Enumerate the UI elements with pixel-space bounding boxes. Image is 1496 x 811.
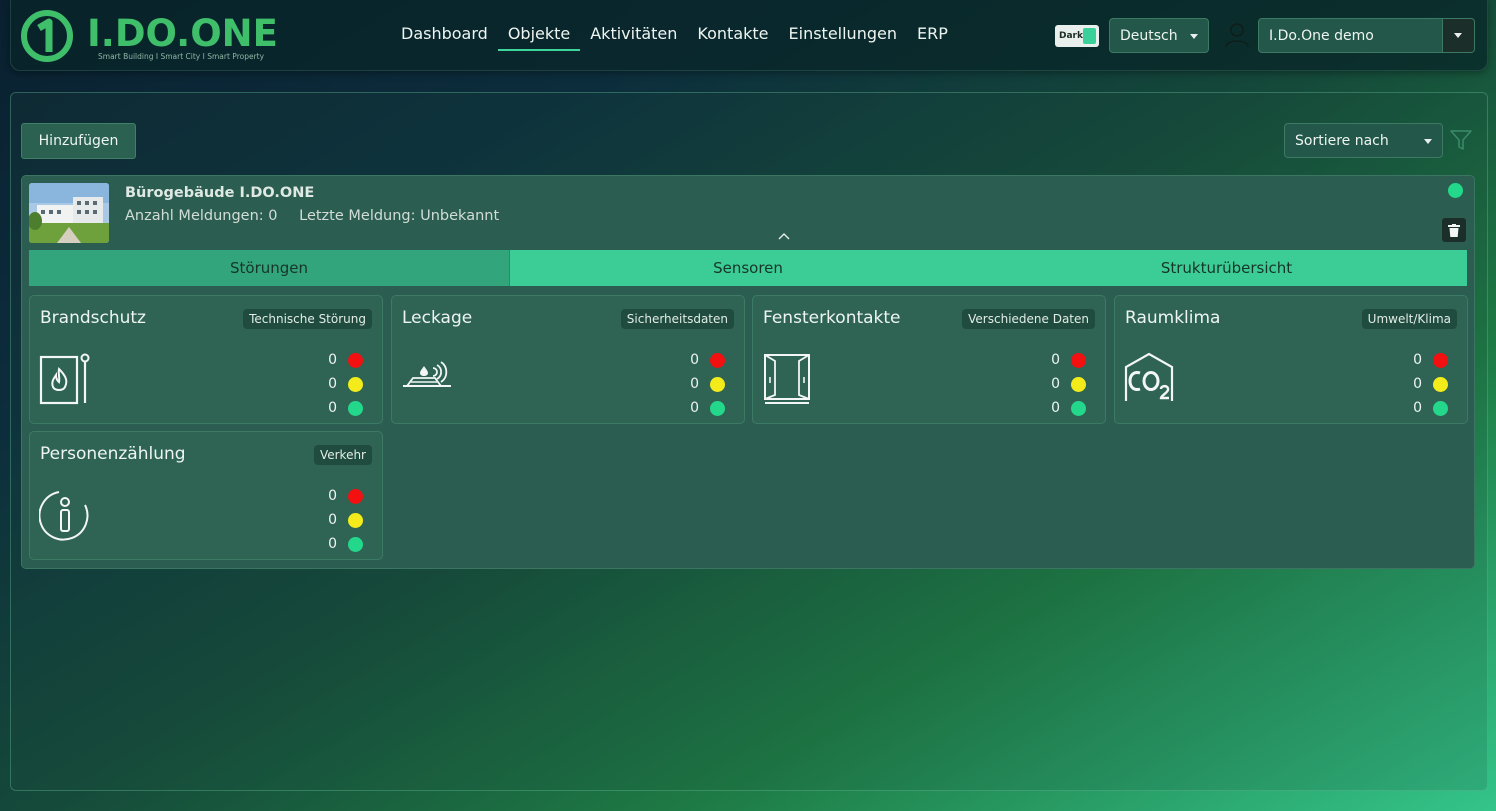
main-nav: Dashboard Objekte Aktivitäten Kontakte E… <box>391 18 958 51</box>
status-dot-red <box>1433 352 1448 368</box>
count-warning: 0 <box>328 376 337 392</box>
add-object-button[interactable]: Hinzufügen <box>21 123 136 159</box>
toggle-knob <box>1083 28 1096 44</box>
sort-select[interactable]: Sortiere nach <box>1284 123 1443 158</box>
chevron-down-icon <box>1424 139 1432 144</box>
sensor-card-fensterkontakte[interactable]: Fensterkontakte Verschiedene Daten 0 0 0 <box>752 295 1106 424</box>
status-counts: 0 0 0 <box>690 348 725 420</box>
status-dot-green <box>348 400 363 416</box>
count-warning: 0 <box>1413 376 1422 392</box>
delete-button[interactable] <box>1442 218 1466 242</box>
building-image <box>29 183 109 243</box>
card-title: Personenzählung <box>40 444 186 464</box>
object-title[interactable]: Bürogebäude I.DO.ONE <box>125 185 314 201</box>
tab-stoerungen[interactable]: Störungen <box>29 250 509 286</box>
dark-mode-toggle[interactable]: Dark <box>1055 25 1099 47</box>
dark-mode-label: Dark <box>1059 31 1083 41</box>
nav-dashboard[interactable]: Dashboard <box>391 18 498 51</box>
count-ok: 0 <box>690 400 699 416</box>
count-warning: 0 <box>690 376 699 392</box>
chevron-down-icon <box>1454 33 1462 38</box>
status-dot-yellow <box>710 376 725 392</box>
category-badge: Verkehr <box>313 445 372 465</box>
chevron-up-icon[interactable] <box>777 231 791 241</box>
status-dot-yellow <box>348 376 363 392</box>
info-icon <box>39 491 89 541</box>
chevron-down-icon <box>1190 34 1198 39</box>
status-dot-green <box>348 536 363 552</box>
count-ok: 0 <box>328 536 337 552</box>
top-header: I.DO.ONE Smart Building I Smart City I S… <box>10 0 1488 71</box>
objects-panel: Hinzufügen Sortiere nach Bürogebäude I.D… <box>10 92 1488 791</box>
status-counts: 0 0 0 <box>328 348 363 420</box>
object-tabs: Störungen Sensoren Strukturübersicht <box>29 250 1467 286</box>
message-count: Anzahl Meldungen: 0 <box>125 208 278 224</box>
nav-erp[interactable]: ERP <box>907 18 958 51</box>
object-card: Bürogebäude I.DO.ONE Anzahl Meldungen: 0… <box>21 175 1475 569</box>
card-title: Brandschutz <box>40 308 146 328</box>
category-badge: Verschiedene Daten <box>962 309 1095 329</box>
status-counts: 0 0 0 <box>1413 348 1448 420</box>
status-dot-green <box>1433 400 1448 416</box>
count-critical: 0 <box>328 488 337 504</box>
object-meta: Anzahl Meldungen: 0 Letzte Meldung: Unbe… <box>125 208 516 224</box>
tenant-value: I.Do.One demo <box>1269 27 1374 44</box>
language-select[interactable]: Deutsch <box>1109 18 1209 53</box>
count-critical: 0 <box>328 352 337 368</box>
status-dot-red <box>1071 352 1086 368</box>
status-dot-green <box>1071 400 1086 416</box>
window-icon <box>764 354 810 404</box>
status-dot-yellow <box>1433 376 1448 392</box>
last-message: Letzte Meldung: Unbekannt <box>299 208 500 224</box>
tab-strukturuebersicht[interactable]: Strukturübersicht <box>986 250 1467 286</box>
logo-text: I.DO.ONE <box>87 12 278 55</box>
card-title: Leckage <box>402 308 473 328</box>
trash-icon <box>1448 223 1460 237</box>
status-counts: 0 0 0 <box>1051 348 1086 420</box>
count-warning: 0 <box>328 512 337 528</box>
sensor-card-leckage[interactable]: Leckage Sicherheitsdaten 0 0 0 <box>391 295 745 424</box>
status-dot-red <box>710 352 725 368</box>
count-ok: 0 <box>328 400 337 416</box>
sort-value: Sortiere nach <box>1295 132 1389 149</box>
sensor-card-raumklima[interactable]: Raumklima Umwelt/Klima 0 0 0 <box>1114 295 1468 424</box>
card-title: Fensterkontakte <box>763 308 901 328</box>
count-ok: 0 <box>1051 400 1060 416</box>
status-dot-yellow <box>1071 376 1086 392</box>
status-dot-yellow <box>348 512 363 528</box>
category-badge: Sicherheitsdaten <box>620 309 734 329</box>
nav-aktivitaeten[interactable]: Aktivitäten <box>580 18 687 51</box>
card-title: Raumklima <box>1125 308 1221 328</box>
nav-einstellungen[interactable]: Einstellungen <box>779 18 907 51</box>
status-counts: 0 0 0 <box>328 484 363 556</box>
count-critical: 0 <box>1413 352 1422 368</box>
count-ok: 0 <box>1413 400 1422 416</box>
status-dot-red <box>348 352 363 368</box>
count-warning: 0 <box>1051 376 1060 392</box>
count-critical: 0 <box>690 352 699 368</box>
count-critical: 0 <box>1051 352 1060 368</box>
tenant-select[interactable]: I.Do.One demo <box>1258 18 1475 53</box>
sensor-card-brandschutz[interactable]: Brandschutz Technische Störung 0 0 0 <box>29 295 383 424</box>
logo[interactable]: I.DO.ONE Smart Building I Smart City I S… <box>21 8 281 64</box>
co2-house-icon <box>1124 352 1174 401</box>
logo-mark-icon <box>21 10 73 62</box>
nav-objekte[interactable]: Objekte <box>497 18 581 51</box>
filter-icon[interactable] <box>1450 129 1472 151</box>
sensor-card-personenzaehlung[interactable]: Personenzählung Verkehr 0 0 0 <box>29 431 383 560</box>
user-icon[interactable] <box>1224 22 1250 48</box>
object-status-dot <box>1448 183 1463 198</box>
category-badge: Technische Störung <box>243 309 372 329</box>
nav-kontakte[interactable]: Kontakte <box>687 18 778 51</box>
fire-alarm-icon <box>39 353 90 405</box>
leak-sensor-icon <box>403 361 451 387</box>
logo-tagline: Smart Building I Smart City I Smart Prop… <box>98 52 265 61</box>
category-badge: Umwelt/Klima <box>1361 309 1457 329</box>
language-value: Deutsch <box>1120 27 1178 44</box>
tab-sensoren[interactable]: Sensoren <box>509 250 986 286</box>
tenant-dropdown-button[interactable] <box>1442 19 1474 52</box>
status-dot-green <box>710 400 725 416</box>
status-dot-red <box>348 488 363 504</box>
